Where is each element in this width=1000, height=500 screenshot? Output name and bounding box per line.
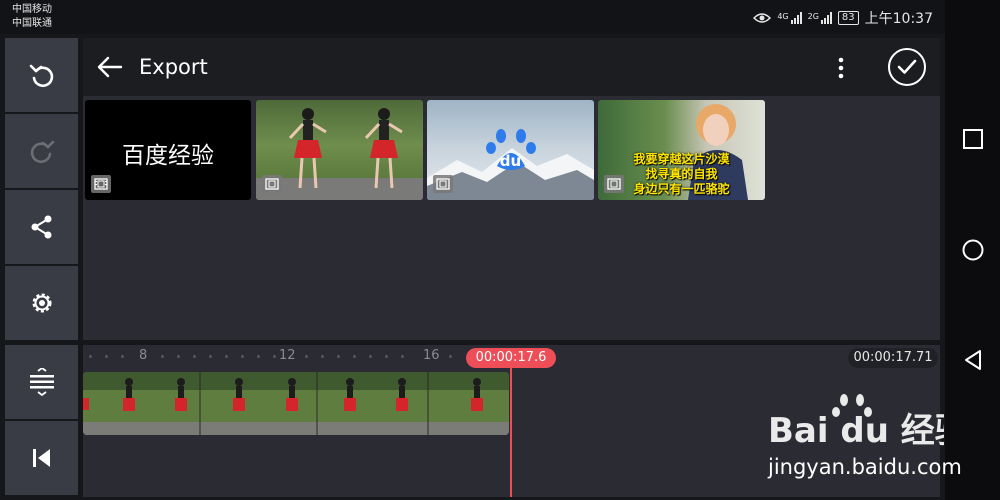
carrier-2: 中国联通 [12, 18, 52, 29]
network-type-2: 2G [807, 12, 819, 21]
eye-icon [753, 13, 772, 23]
film-icon [91, 175, 111, 193]
ruler-label: 16 [423, 348, 440, 363]
watermark-url: jingyan.baidu.com [768, 455, 962, 479]
ruler-label: 12 [279, 348, 296, 363]
check-icon [897, 59, 917, 74]
confirm-button[interactable] [888, 48, 926, 86]
android-nav-bar [945, 0, 1000, 500]
share-button[interactable] [5, 190, 78, 264]
video-clip[interactable] [83, 372, 509, 435]
square-icon [963, 129, 983, 149]
playhead-line[interactable] [510, 362, 512, 497]
circle-icon [962, 239, 984, 261]
expand-tracks-icon [29, 368, 54, 396]
film-icon [604, 175, 624, 193]
undo-button[interactable] [5, 38, 78, 112]
signal-icon-2: 2G [808, 12, 832, 24]
film-icon [262, 175, 282, 193]
baidu-logo-text: du [499, 152, 522, 170]
film-icon [433, 175, 453, 193]
signal-icon-1: 4G [777, 12, 802, 24]
page-title: Export [139, 55, 208, 79]
total-duration: 00:00:17.71 [848, 348, 938, 368]
track-adjust-button[interactable] [5, 345, 78, 419]
jump-to-start-button[interactable] [5, 421, 78, 495]
playhead-time[interactable]: 00:00:17.6 [466, 348, 556, 368]
network-type-1: 4G [777, 12, 789, 21]
media-thumb-dance-video[interactable] [256, 100, 423, 200]
media-thumb-title-card[interactable]: 百度经验 [85, 100, 251, 200]
header-bar: Export [83, 38, 940, 96]
media-panel: Export 百度经验 du 我要穿越这片沙漠 找寻真的自我 身边只有一匹骆驼 [83, 38, 940, 340]
share-icon [31, 215, 51, 239]
triangle-back-icon [965, 350, 981, 370]
clip-filmstrip [83, 372, 509, 435]
battery-level: 83 [837, 11, 859, 25]
back-nav-button[interactable] [962, 349, 984, 371]
clock: 上午10:37 [864, 11, 933, 27]
media-thumb-music-video[interactable]: 我要穿越这片沙漠 找寻真的自我 身边只有一匹骆驼 [598, 100, 765, 200]
ruler-label: 8 [139, 348, 148, 363]
title-card-text: 百度经验 [122, 143, 214, 169]
undo-icon [29, 64, 53, 88]
redo-icon [30, 140, 54, 164]
watermark-logo-text: Bai du 经验 [768, 411, 944, 450]
home-button[interactable] [962, 239, 984, 261]
status-bar: 中国移动 中国联通 4G 2G 83 上午10:37 [0, 0, 945, 34]
gear-icon [32, 293, 51, 313]
more-vert-icon[interactable] [831, 56, 851, 80]
media-thumb-baidu-image[interactable]: du [427, 100, 594, 200]
baidu-watermark-logo: Bai du 经验 [768, 394, 944, 450]
settings-button[interactable] [5, 266, 78, 340]
carrier-1: 中国移动 [12, 4, 52, 15]
redo-button[interactable] [5, 114, 78, 188]
back-arrow-icon[interactable] [97, 54, 123, 80]
skip-to-start-icon [32, 449, 50, 467]
recents-button[interactable] [962, 128, 984, 150]
